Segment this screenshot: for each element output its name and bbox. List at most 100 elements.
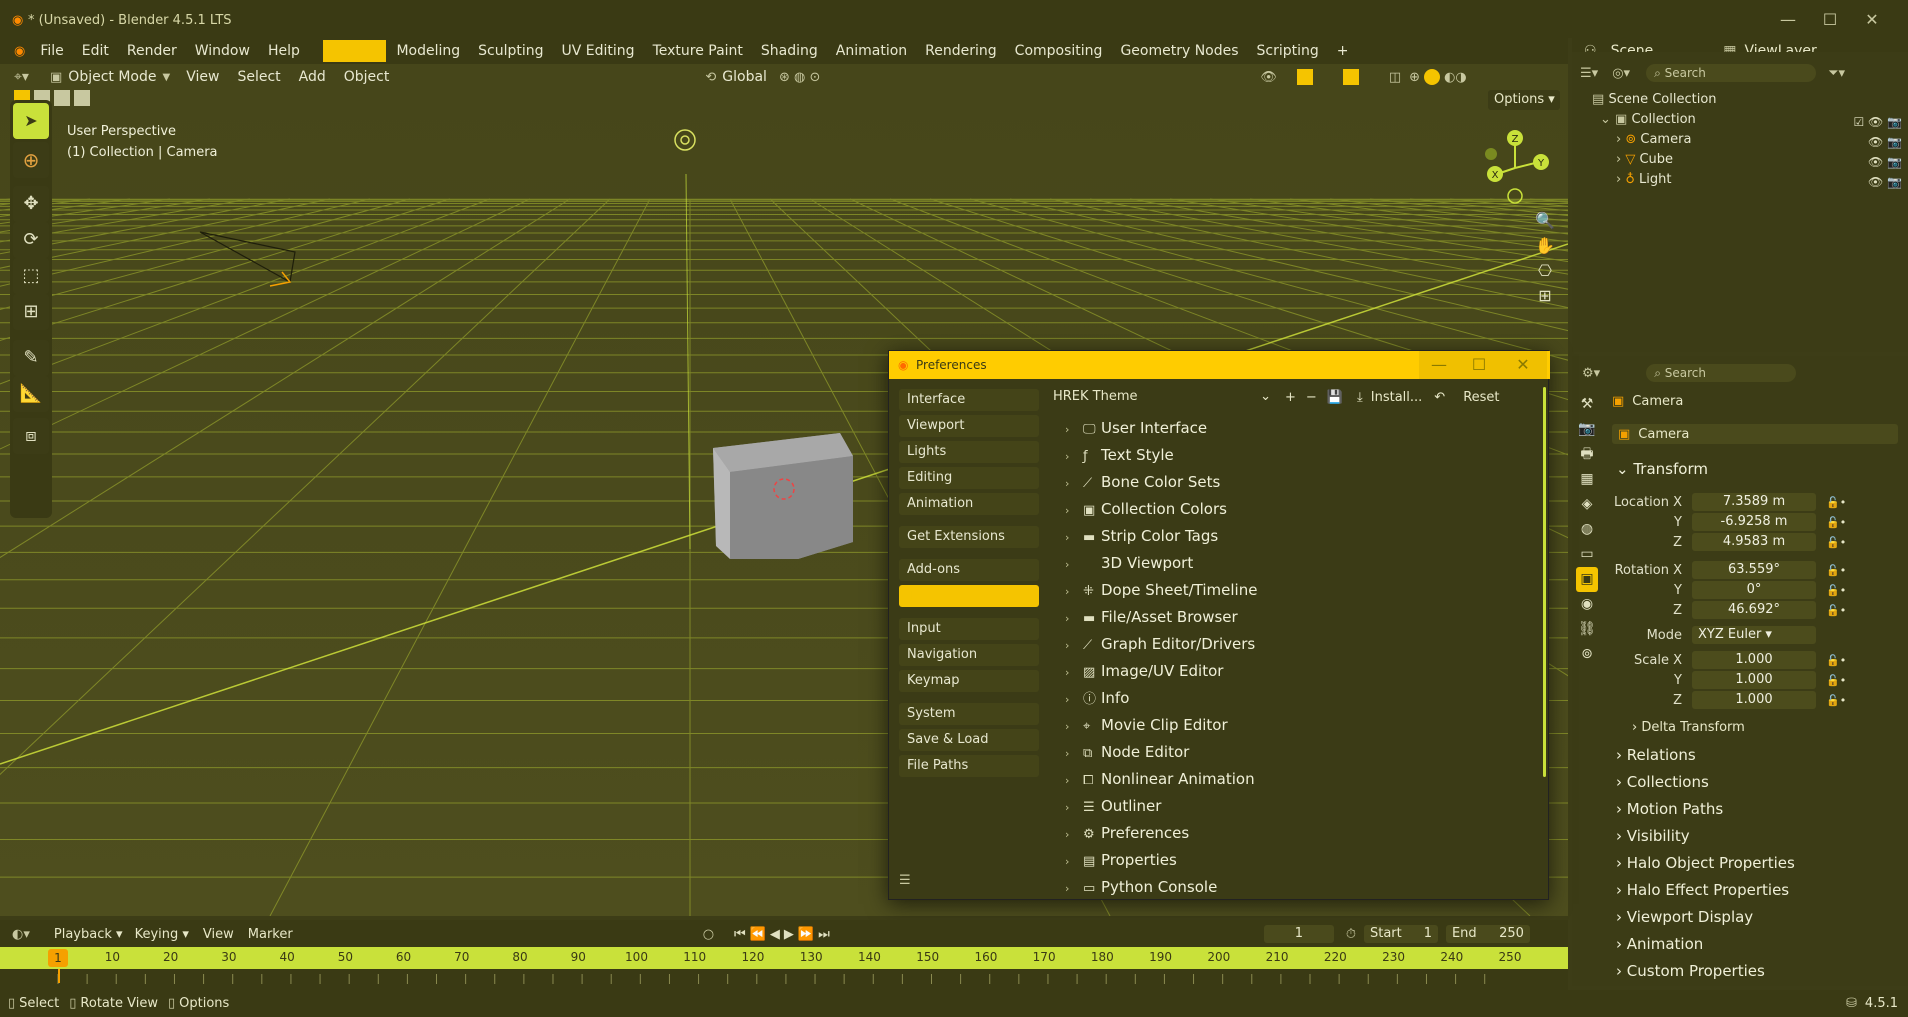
section-preferences[interactable]: › ⚙ Preferences bbox=[1065, 820, 1525, 847]
scale-tool[interactable]: ⬚ bbox=[13, 258, 49, 294]
workspace-tab-sculpting[interactable]: Sculpting bbox=[470, 40, 551, 62]
tool-tab-icon[interactable]: ⚒ bbox=[1576, 392, 1598, 417]
lock-icon[interactable]: 🔓• bbox=[1816, 564, 1846, 577]
tree-collection[interactable]: ⌄ ▣ Collection bbox=[1592, 112, 1717, 132]
select-box-tool[interactable]: ➤ bbox=[13, 103, 49, 139]
display-mode-icon[interactable]: ◎▾ bbox=[1598, 66, 1630, 81]
properties-editor-icon[interactable]: ⚙▾ bbox=[1582, 366, 1600, 381]
rotate-tool[interactable]: ⟳ bbox=[13, 222, 49, 258]
tree-camera[interactable]: › ⊚ Camera bbox=[1592, 132, 1717, 152]
visibility-icon[interactable]: 👁 bbox=[820, 70, 1277, 85]
lock-icon[interactable]: 🔓• bbox=[1816, 654, 1846, 667]
stopwatch-icon[interactable]: ⏱ bbox=[1334, 927, 1356, 942]
view-layer-tab-icon[interactable]: ▦ bbox=[1576, 467, 1598, 492]
location-y-field[interactable]: -6.9258 m bbox=[1692, 513, 1816, 531]
maximize-button[interactable]: ☐ bbox=[1810, 8, 1850, 32]
options-dropdown[interactable]: Options ▾ bbox=[1488, 90, 1560, 110]
viewport-display-panel[interactable]: › Viewport Display bbox=[1616, 904, 1795, 931]
tree-cube[interactable]: › ▽ Cube bbox=[1592, 152, 1717, 172]
workspace-tab-uv-editing[interactable]: UV Editing bbox=[554, 40, 643, 62]
select-subtract-icon[interactable] bbox=[54, 90, 70, 106]
camera-visibility-toggles[interactable]: 👁 📷 bbox=[1836, 132, 1902, 152]
lock-icon[interactable]: 🔓• bbox=[1816, 516, 1846, 529]
lock-icon[interactable]: 🔓• bbox=[1816, 604, 1846, 617]
section-graph-editor-drivers[interactable]: › ⟋ Graph Editor/Drivers bbox=[1065, 631, 1525, 658]
render-tab-icon[interactable]: 📷 bbox=[1576, 417, 1598, 442]
camera-view-icon[interactable]: ⎔ bbox=[1532, 258, 1558, 283]
cube-visibility-toggles[interactable]: 👁 📷 bbox=[1836, 152, 1902, 172]
lock-icon[interactable]: 🔓• bbox=[1816, 496, 1846, 509]
auto-keying-icon[interactable]: ○ bbox=[293, 927, 714, 942]
menu-keying[interactable]: Keying ▾ bbox=[123, 927, 189, 942]
visibility-panel[interactable]: › Visibility bbox=[1616, 823, 1795, 850]
workspace-tab-modeling[interactable]: Modeling bbox=[388, 40, 468, 62]
object-name-field[interactable]: ▣ Camera bbox=[1612, 424, 1898, 444]
collection-visibility-toggles[interactable]: ☑ 👁 📷 bbox=[1836, 112, 1902, 132]
timeline-editor-icon[interactable]: ◐▾ bbox=[12, 927, 30, 942]
menu-help[interactable]: Help bbox=[259, 38, 309, 64]
lock-icon[interactable]: 🔓• bbox=[1816, 536, 1846, 549]
workspace-tab-scripting[interactable]: Scripting bbox=[1249, 40, 1327, 62]
section-dope-sheet-timeline[interactable]: › ⁜ Dope Sheet/Timeline bbox=[1065, 577, 1525, 604]
orientation-dropdown[interactable]: Global bbox=[716, 69, 767, 85]
transform-panel-header[interactable]: ⌄ Transform bbox=[1616, 460, 1708, 478]
prefs-minimize-button[interactable]: — bbox=[1419, 351, 1459, 379]
motion-paths-panel[interactable]: › Motion Paths bbox=[1616, 796, 1795, 823]
add-workspace-button[interactable]: + bbox=[1329, 40, 1357, 62]
move-tool[interactable]: ✥ bbox=[13, 186, 49, 222]
scale-y-field[interactable]: 1.000 bbox=[1692, 671, 1816, 689]
nav-themes[interactable]: Themes bbox=[899, 585, 1039, 607]
nav-keymap[interactable]: Keymap bbox=[899, 670, 1039, 692]
close-button[interactable]: ✕ bbox=[1852, 8, 1892, 32]
light-visibility-toggles[interactable]: 👁 📷 bbox=[1836, 172, 1902, 192]
save-preset-icon[interactable]: 💾 bbox=[1317, 390, 1343, 405]
output-tab-icon[interactable]: 🖶 bbox=[1576, 442, 1598, 467]
reset-icon[interactable]: ↶ bbox=[1422, 390, 1445, 405]
section-collection-colors[interactable]: › ▣ Collection Colors bbox=[1065, 496, 1525, 523]
properties-search-input[interactable]: ⌕ Search bbox=[1646, 364, 1797, 382]
menu-edit[interactable]: Edit bbox=[73, 38, 118, 64]
nav-navigation[interactable]: Navigation bbox=[899, 644, 1039, 666]
transform-tool[interactable]: ⊞ bbox=[13, 294, 49, 330]
tree-light[interactable]: › ♁ Light bbox=[1592, 172, 1717, 192]
blender-menu-icon[interactable]: ◉ bbox=[0, 44, 31, 59]
playback-controls[interactable]: ⏮⏪◀▶⏩⏭ bbox=[714, 927, 834, 942]
halo-object-properties-panel[interactable]: › Halo Object Properties bbox=[1616, 850, 1795, 877]
outliner-search-input[interactable]: ⌕ Search bbox=[1646, 64, 1817, 82]
theme-preset-dropdown[interactable]: HREK Theme ⌄ bbox=[1051, 387, 1275, 407]
workspace-tab-layout[interactable]: Layout bbox=[322, 40, 387, 62]
delta-transform-subpanel[interactable]: › Delta Transform bbox=[1632, 720, 1745, 735]
rotation-z-field[interactable]: 46.692° bbox=[1692, 601, 1816, 619]
nav-editing[interactable]: Editing bbox=[899, 467, 1039, 489]
nav-input[interactable]: Input bbox=[899, 618, 1039, 640]
collections-panel[interactable]: › Collections bbox=[1616, 769, 1795, 796]
workspace-tab-rendering[interactable]: Rendering bbox=[917, 40, 1005, 62]
wireframe-shading-icon[interactable]: ⊕ bbox=[1401, 70, 1420, 85]
workspace-tab-compositing[interactable]: Compositing bbox=[1007, 40, 1111, 62]
zoom-icon[interactable]: 🔍 bbox=[1532, 208, 1558, 233]
menu-timeline-view[interactable]: View bbox=[189, 927, 234, 942]
preferences-titlebar[interactable]: ◉ Preferences — ☐ ✕ bbox=[889, 351, 1550, 379]
filter-icon[interactable]: ⏷▾ bbox=[1816, 66, 1845, 81]
section-bone-color-sets[interactable]: › ⟋ Bone Color Sets bbox=[1065, 469, 1525, 496]
section-python-console[interactable]: › ▭ Python Console bbox=[1065, 874, 1525, 901]
hamburger-menu-icon[interactable]: ☰ bbox=[899, 873, 911, 888]
section-properties[interactable]: › ▤ Properties bbox=[1065, 847, 1525, 874]
nav-get-extensions[interactable]: Get Extensions bbox=[899, 526, 1039, 548]
tree-scene-collection[interactable]: ▤ Scene Collection bbox=[1592, 92, 1717, 112]
lock-icon[interactable]: 🔓• bbox=[1816, 674, 1846, 687]
halo-effect-properties-panel[interactable]: › Halo Effect Properties bbox=[1616, 877, 1795, 904]
add-preset-icon[interactable]: + bbox=[1275, 390, 1296, 405]
section-text-style[interactable]: › ƒ Text Style bbox=[1065, 442, 1525, 469]
prefs-maximize-button[interactable]: ☐ bbox=[1459, 351, 1499, 379]
install-icon[interactable]: ⤓ bbox=[1343, 390, 1363, 405]
install-button[interactable]: Install... bbox=[1363, 390, 1423, 405]
timeline-track[interactable] bbox=[0, 969, 1568, 984]
section-3d-viewport[interactable]: › 3D Viewport bbox=[1065, 550, 1525, 577]
menu-window[interactable]: Window bbox=[186, 38, 259, 64]
lock-icon[interactable]: 🔓• bbox=[1816, 584, 1846, 597]
workspace-tab-animation[interactable]: Animation bbox=[828, 40, 915, 62]
section-user-interface[interactable]: › 🖵 User Interface bbox=[1065, 415, 1525, 442]
custom-properties-panel[interactable]: › Custom Properties bbox=[1616, 958, 1795, 985]
remove-preset-icon[interactable]: − bbox=[1296, 390, 1317, 405]
